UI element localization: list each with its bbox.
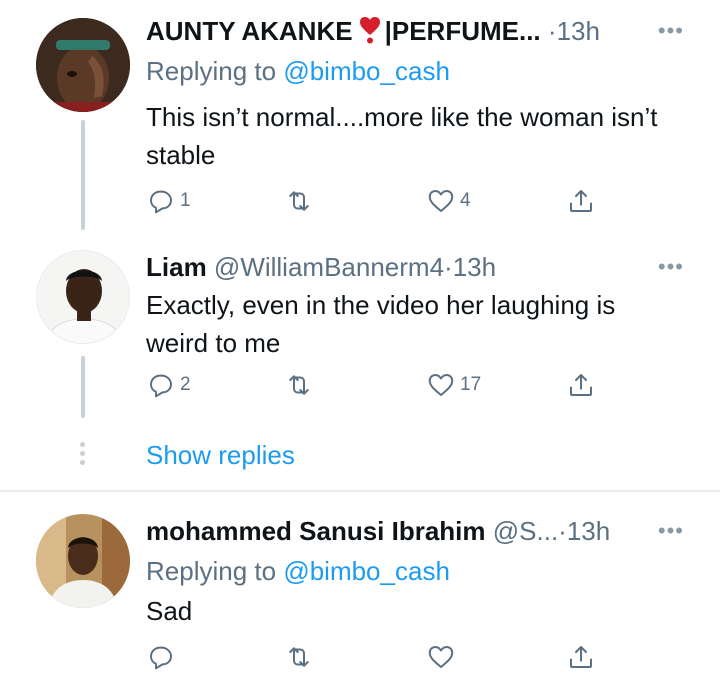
tweet-text: Exactly, even in the video her laughing … <box>146 290 616 358</box>
like-button[interactable]: 4 <box>426 184 471 218</box>
heavy-heart-exclamation-icon <box>359 16 381 52</box>
timestamp[interactable]: 13h <box>557 16 600 46</box>
replying-to: Replying to @bimbo_cash <box>146 554 450 588</box>
thread-line <box>81 356 85 418</box>
tweet-header: Liam @WilliamBannerm4·13h ••• <box>146 250 684 284</box>
more-options-icon[interactable]: ••• <box>658 250 684 284</box>
share-icon <box>570 190 592 212</box>
heart-icon <box>428 190 454 212</box>
avatar-image <box>37 251 129 343</box>
share-icon <box>570 374 592 396</box>
reply-button[interactable] <box>146 640 180 674</box>
avatar[interactable] <box>36 18 130 112</box>
handle[interactable]: @S... <box>493 516 558 546</box>
retweet-icon <box>289 647 309 667</box>
tweet-actions: 2 17 <box>146 368 606 402</box>
tweet-2[interactable]: Liam @WilliamBannerm4·13h ••• Exactly, e… <box>0 236 720 436</box>
share-button[interactable] <box>566 640 596 674</box>
like-button[interactable] <box>426 640 460 674</box>
more-options-icon[interactable]: ••• <box>658 14 684 48</box>
tweet-actions <box>146 640 606 674</box>
display-name[interactable]: mohammed Sanusi Ibrahim <box>146 516 486 546</box>
avatar[interactable] <box>36 514 130 608</box>
retweet-button[interactable] <box>284 184 318 218</box>
like-count: 4 <box>460 190 471 211</box>
mention-link[interactable]: @bimbo_cash <box>283 56 450 86</box>
reply-button[interactable]: 1 <box>146 184 191 218</box>
share-button[interactable] <box>566 368 596 402</box>
avatar[interactable] <box>36 250 130 344</box>
replying-prefix: Replying to <box>146 556 284 586</box>
tweet-header: mohammed Sanusi Ibrahim @S...·13h ••• <box>146 514 684 548</box>
tweet-1[interactable]: AUNTY AKANKE |PERFUME... ·13h ••• Replyin… <box>0 0 720 230</box>
retweet-button[interactable] <box>284 640 318 674</box>
reply-icon <box>150 646 172 670</box>
tweet-actions: 1 4 <box>146 184 606 218</box>
display-name[interactable]: Liam <box>146 252 207 282</box>
reply-count: 1 <box>180 190 191 211</box>
share-button[interactable] <box>566 184 596 218</box>
like-button[interactable]: 17 <box>426 368 481 402</box>
separator-dot: · <box>558 516 567 546</box>
tweet-text: This isn’t normal....more like the woman… <box>146 102 658 170</box>
display-name[interactable]: AUNTY AKANKE <box>146 16 353 46</box>
replying-to: Replying to @bimbo_cash <box>146 54 450 88</box>
like-count: 17 <box>460 374 482 395</box>
retweet-button[interactable] <box>284 368 318 402</box>
timestamp[interactable]: 13h <box>567 516 610 546</box>
handle[interactable]: @WilliamBannerm4 <box>214 252 444 282</box>
replying-prefix: Replying to <box>146 56 284 86</box>
reply-icon <box>150 374 172 398</box>
reply-count: 2 <box>180 374 191 395</box>
heart-icon <box>428 646 454 668</box>
retweet-icon <box>289 375 309 395</box>
tweet-header: AUNTY AKANKE |PERFUME... ·13h ••• <box>146 14 684 48</box>
more-options-icon[interactable]: ••• <box>658 514 684 548</box>
avatar-image <box>36 514 130 608</box>
reply-icon <box>150 190 172 214</box>
heart-icon <box>428 374 454 396</box>
separator-dot: · <box>444 252 453 282</box>
tweet-text: Sad <box>146 596 193 626</box>
share-icon <box>570 646 592 668</box>
show-replies-link[interactable]: Show replies <box>146 436 295 474</box>
mention-link[interactable]: @bimbo_cash <box>283 556 450 586</box>
timestamp[interactable]: 13h <box>453 252 496 282</box>
tweet-3[interactable]: mohammed Sanusi Ibrahim @S...·13h ••• Re… <box>0 500 720 681</box>
reply-button[interactable]: 2 <box>146 368 191 402</box>
separator-dot: · <box>547 16 557 46</box>
thread-line <box>81 120 85 230</box>
display-name-suffix[interactable]: |PERFUME... <box>385 16 541 46</box>
divider <box>0 490 720 492</box>
avatar-image <box>36 18 130 112</box>
thread-dots-icon <box>80 442 86 469</box>
retweet-icon <box>289 191 309 211</box>
